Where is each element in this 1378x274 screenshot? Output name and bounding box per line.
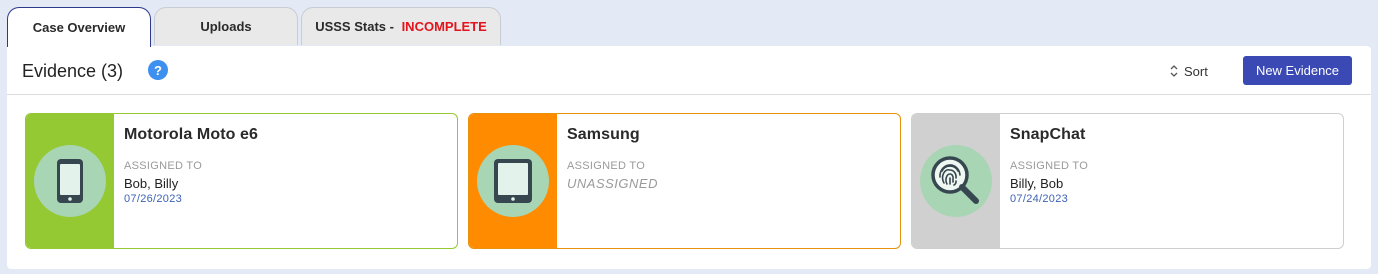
tablet-icon [494,159,532,203]
tab-label: Case Overview [32,20,126,35]
fingerprint-search-icon [931,156,979,204]
assigned-label: ASSIGNED TO [1010,160,1089,172]
tab-label: USSS Stats - [315,19,398,34]
evidence-card[interactable]: Samsung ASSIGNED TO UNASSIGNED [468,113,901,249]
assignee: Billy, Bob [1010,176,1064,191]
evidence-card[interactable]: SnapChat ASSIGNED TO Billy, Bob 07/24/20… [911,113,1344,249]
card-body: Samsung ASSIGNED TO UNASSIGNED [557,114,668,248]
sort-icon [1170,65,1178,77]
evidence-title: SnapChat [1010,126,1086,143]
card-icon-strip [26,114,114,248]
icon-circle [477,145,549,217]
phone-icon [57,159,83,203]
assignee: UNASSIGNED [567,176,658,191]
tab-label: Uploads [200,19,252,34]
evidence-panel: Evidence (3) ? Sort New Evidence Motorol… [7,46,1371,269]
icon-circle [34,145,106,217]
page-title: Evidence (3) [22,61,124,81]
sort-label: Sort [1184,63,1208,79]
evidence-date: 07/24/2023 [1010,193,1069,205]
assigned-label: ASSIGNED TO [124,160,203,172]
status-incomplete: INCOMPLETE [401,19,487,34]
new-evidence-button[interactable]: New Evidence [1243,56,1352,85]
sort-button[interactable]: Sort [1170,62,1208,80]
evidence-date: 07/26/2023 [124,193,183,205]
evidence-title: Samsung [567,126,640,143]
tab-usss-stats[interactable]: USSS Stats - INCOMPLETE [301,7,501,45]
tab-uploads[interactable]: Uploads [154,7,298,45]
assigned-label: ASSIGNED TO [567,160,646,172]
help-icon[interactable]: ? [148,60,168,80]
tab-case-overview[interactable]: Case Overview [7,7,151,47]
card-icon-strip [469,114,557,248]
card-body: SnapChat ASSIGNED TO Billy, Bob 07/24/20… [1000,114,1098,248]
card-icon-strip [912,114,1000,248]
panel-header: Evidence (3) ? Sort New Evidence [7,46,1371,95]
assignee: Bob, Billy [124,176,179,191]
card-body: Motorola Moto e6 ASSIGNED TO Bob, Billy … [114,114,268,248]
evidence-title: Motorola Moto e6 [124,126,259,143]
icon-circle [920,145,992,217]
evidence-card[interactable]: Motorola Moto e6 ASSIGNED TO Bob, Billy … [25,113,458,249]
